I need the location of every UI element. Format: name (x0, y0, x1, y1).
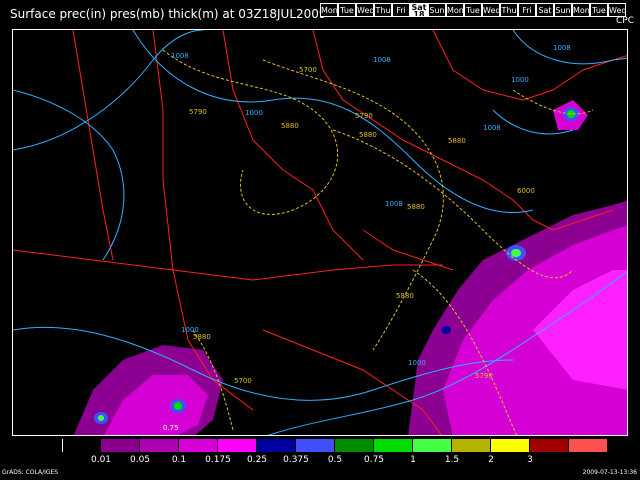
day-label: Mon (573, 6, 590, 15)
thickness-label: 5880 (407, 203, 425, 211)
colorbar-label: 1 (410, 455, 416, 465)
day-button-sat-12[interactable]: Sat (536, 3, 554, 17)
pressure-label: 1008 (373, 56, 391, 64)
pressure-label: 1000 (511, 76, 529, 84)
day-button-fri-4[interactable]: Fri (392, 3, 410, 17)
colorbar-swatch (101, 439, 140, 452)
map-canvas: 1008 1000 1008 1008 1000 1008 1008 1000 … (13, 30, 627, 435)
day-label: Tue (592, 6, 606, 15)
day-label: Sun (429, 6, 445, 15)
colorbar-swatch (140, 439, 179, 452)
day-button-thu-3[interactable]: Thu (374, 3, 392, 17)
day-date: 18 (413, 10, 425, 17)
day-button-sun-6[interactable]: Sun (428, 3, 446, 17)
thickness-label: 5700 (234, 377, 252, 385)
precip-colorbar (62, 439, 608, 452)
colorbar-swatch (335, 439, 374, 452)
colorbar-label: 3 (527, 455, 533, 465)
pressure-label: 1008 (553, 44, 571, 52)
thickness-label: 5790 (355, 112, 373, 120)
day-button-wed-9[interactable]: Wed (482, 3, 500, 17)
day-button-mon-0[interactable]: Mon (320, 3, 338, 17)
thickness-label: 5880 (193, 333, 211, 341)
thickness-label: 5790 (475, 372, 493, 380)
day-label: Tue (466, 6, 480, 15)
colorbar-label: 0.25 (246, 455, 268, 465)
day-button-thu-10[interactable]: Thu (500, 3, 518, 17)
thickness-label: 5700 (299, 66, 317, 74)
pressure-label: 1000 (408, 359, 426, 367)
day-label: Mon (321, 6, 338, 15)
colorbar-label: 0.5 (327, 455, 343, 465)
colorbar-swatch (374, 439, 413, 452)
colorbar-label: 0.175 (205, 455, 231, 465)
credit-text: GrADS: COLA/IGES (2, 469, 59, 476)
timestamp: 2009-07-13-13:36 (582, 469, 637, 476)
weather-map: 1008 1000 1008 1008 1000 1008 1008 1000 … (12, 29, 628, 436)
day-label: Tue (340, 6, 354, 15)
colorbar-swatch (296, 439, 335, 452)
colorbar-swatch (569, 439, 608, 452)
colorbar-label: 2 (488, 455, 494, 465)
day-button-sun-13[interactable]: Sun (554, 3, 572, 17)
colorbar-label: 0.05 (129, 455, 151, 465)
day-button-mon-14[interactable]: Mon (572, 3, 590, 17)
day-button-mon-7[interactable]: Mon (446, 3, 464, 17)
day-selector: Mon Tue Wed Thu Fri Sat 18 Sun Mon Tue Wed Thu Fri Sa… (320, 3, 626, 17)
colorbar-swatch (413, 439, 452, 452)
day-button-sat-5[interactable]: Sat 18 (410, 3, 428, 17)
colorbar-label: 0.75 (363, 455, 385, 465)
pressure-label: 1000 (245, 109, 263, 117)
day-label: Fri (396, 6, 406, 15)
day-button-fri-11[interactable]: Fri (518, 3, 536, 17)
day-button-wed-16[interactable]: Wed (608, 3, 626, 17)
thickness-label: 5880 (281, 122, 299, 130)
day-label: Sat (538, 6, 552, 15)
colorbar-swatch (218, 439, 257, 452)
day-label: Thu (501, 6, 517, 15)
day-label: Mon (447, 6, 464, 15)
colorbar-swatch (491, 439, 530, 452)
colorbar-swatch (62, 439, 101, 452)
pressure-label: 1008 (385, 200, 403, 208)
day-label: Thu (375, 6, 391, 15)
thickness-label: 5880 (359, 131, 377, 139)
colorbar-label: 0.01 (90, 455, 112, 465)
map-title: Surface prec(in) pres(mb) thick(m) at 03… (10, 7, 327, 21)
colorbar-label: 0.375 (283, 455, 309, 465)
day-label: Wed (483, 6, 500, 15)
colorbar-swatch (257, 439, 296, 452)
precip-label: 0.75 (163, 424, 179, 432)
day-label: Sun (555, 6, 571, 15)
day-button-tue-1[interactable]: Tue (338, 3, 356, 17)
colorbar-label: 1.5 (444, 455, 460, 465)
colorbar-label: 0.1 (171, 455, 187, 465)
thickness-label: 5880 (396, 292, 414, 300)
day-label: Wed (609, 6, 626, 15)
colorbar-swatch (452, 439, 491, 452)
day-button-tue-15[interactable]: Tue (590, 3, 608, 17)
colorbar-swatch (179, 439, 218, 452)
pressure-label: 1008 (483, 124, 501, 132)
day-button-wed-2[interactable]: Wed (356, 3, 374, 17)
pressure-label: 1008 (171, 52, 189, 60)
colorbar-swatch (530, 439, 569, 452)
colorbar-labels: 0.01 0.05 0.1 0.175 0.25 0.375 0.5 0.75 1 1.5 2 3 (62, 455, 582, 467)
thickness-label: 5880 (448, 137, 466, 145)
day-label: Wed (357, 6, 374, 15)
cpc-logo: CPC (616, 16, 634, 26)
thickness-label: 6000 (517, 187, 535, 195)
thickness-label: 5790 (189, 108, 207, 116)
day-label: Fri (522, 6, 532, 15)
day-button-tue-8[interactable]: Tue (464, 3, 482, 17)
